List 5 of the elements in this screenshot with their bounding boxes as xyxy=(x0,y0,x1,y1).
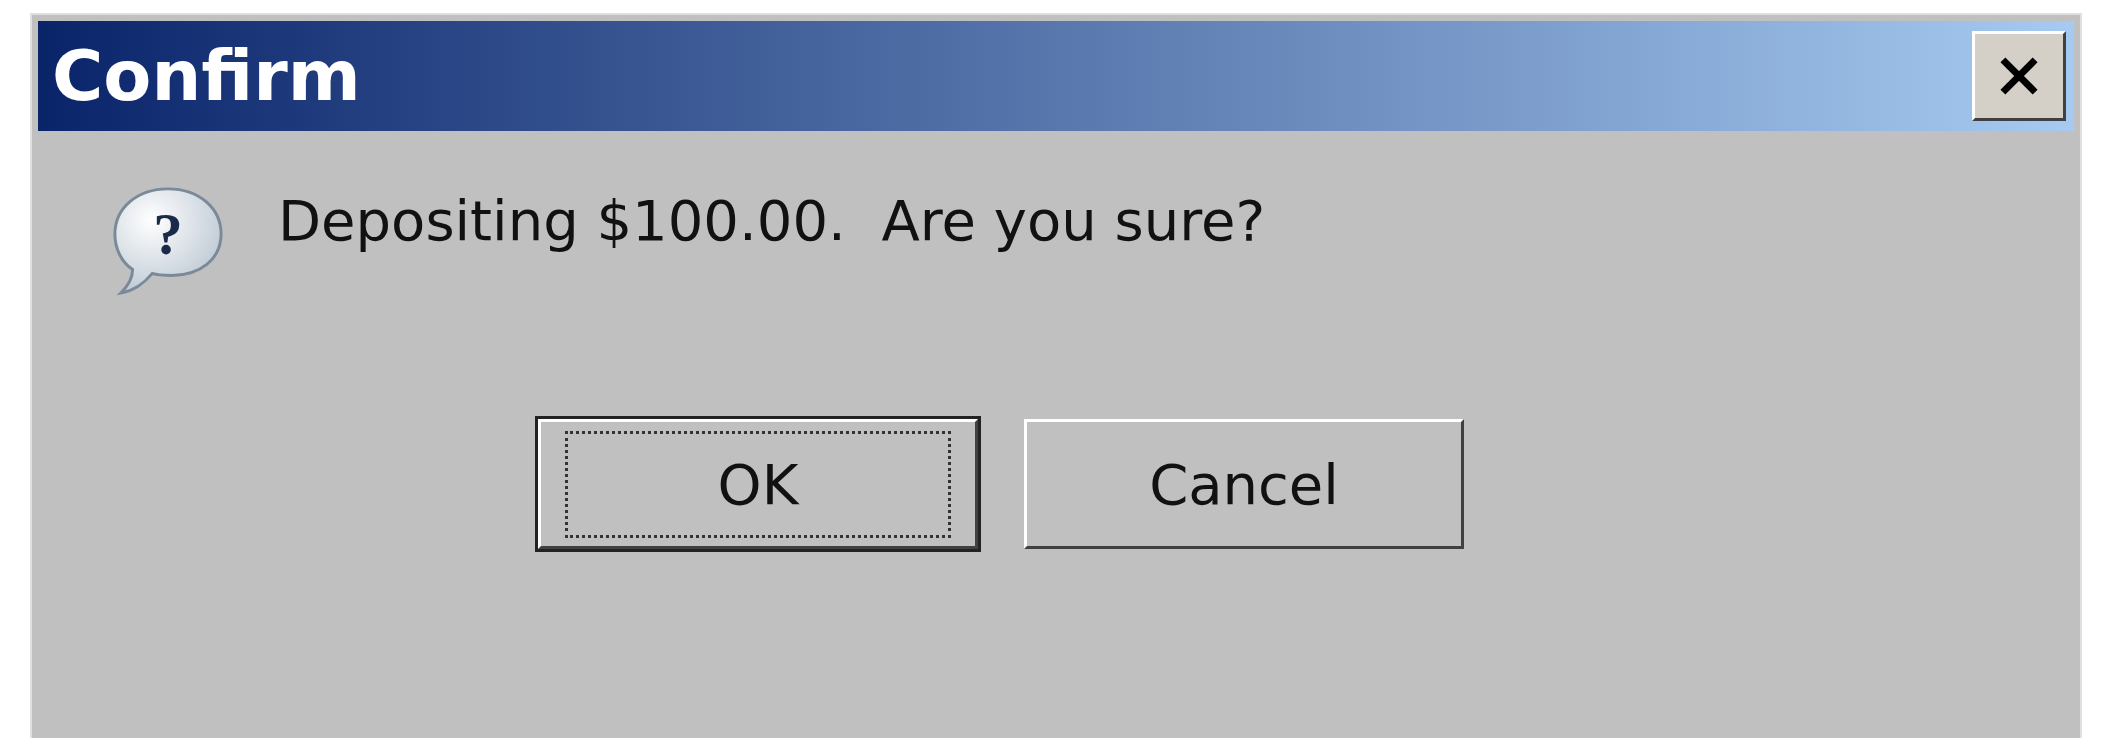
window-title: Confirm xyxy=(52,35,361,117)
dialog-button[interactable]: OK xyxy=(538,419,978,549)
close-button[interactable] xyxy=(1972,31,2066,121)
message-text: Depositing $100.00. Are you sure? xyxy=(278,187,1266,253)
dialog-button[interactable]: Cancel xyxy=(1024,419,1464,549)
